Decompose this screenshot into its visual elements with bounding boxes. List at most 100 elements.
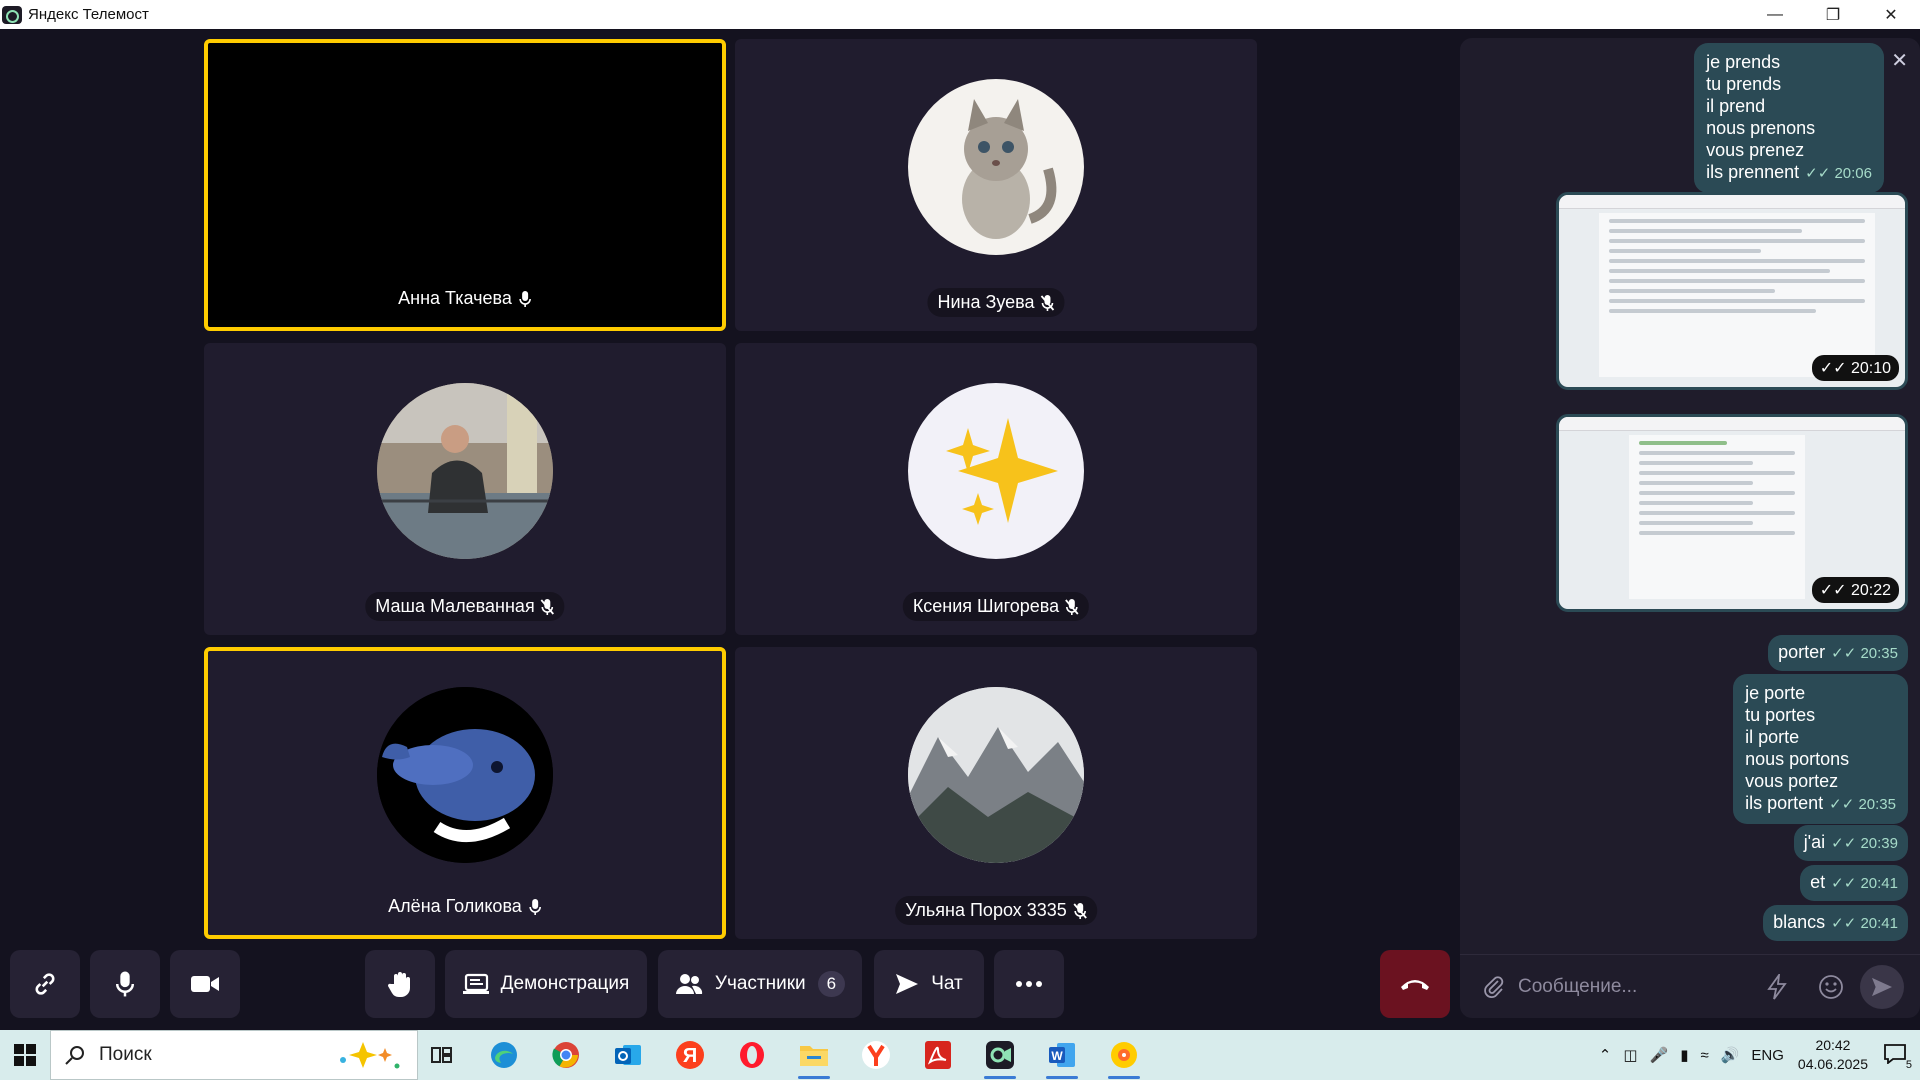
taskbar-app-telemost[interactable] [976,1030,1024,1080]
edge-icon [491,1042,517,1068]
taskbar-app-chrome[interactable] [542,1030,590,1080]
taskbar-app-yandex[interactable]: Я [666,1030,714,1080]
restore-button[interactable]: ❐ [1804,0,1862,29]
participant-tile[interactable]: Алёна Голикова [204,647,726,939]
microphone-muted-icon [1040,294,1055,311]
start-button[interactable] [0,1030,50,1080]
screenshot-content [1599,213,1875,377]
participant-tile[interactable]: Маша Малеванная [204,343,726,635]
minimize-button[interactable]: — [1746,0,1804,29]
taskbar-app-yandex-music[interactable] [1100,1030,1148,1080]
chat-label: Чат [931,973,963,994]
avatar [377,687,553,863]
message-line: il prend [1706,96,1766,116]
screen-share-icon [462,973,489,994]
chat-message: j'ai ✓✓ 20:39 [1793,825,1908,861]
copy-link-button[interactable] [10,950,80,1018]
task-view-button[interactable] [418,1030,466,1080]
acrobat-icon [925,1041,951,1069]
chat-panel: ✕ je prends tu prends il prend nous pren… [1460,38,1920,1018]
message-time: ✓✓ 20:10 [1811,355,1899,381]
screen-share-button[interactable]: Демонстрация [445,950,647,1018]
screenshot-toolbar [1559,195,1905,209]
participants-button[interactable]: Участники 6 [658,950,862,1018]
message-input[interactable] [1518,975,1748,998]
telemost-app-icon [2,5,22,24]
lightning-icon[interactable] [1766,973,1788,1000]
clock-time: 20:42 [1815,1037,1851,1053]
opera-icon [740,1042,764,1068]
screenshot-content [1629,435,1805,599]
participants-label: Участники [714,973,806,994]
hangup-button[interactable] [1380,950,1450,1018]
message-line: et [1810,872,1826,892]
participant-name-pill: Анна Ткачева [388,284,542,313]
notification-count: 5 [1905,1058,1912,1071]
window-title: Яндекс Телемост [28,6,149,23]
message-line: porter [1778,642,1826,662]
notifications-button[interactable]: 5 [1884,1043,1912,1071]
battery-icon[interactable]: ▮ [1680,1046,1688,1064]
raise-hand-icon [387,972,410,998]
raise-hand-button[interactable] [365,950,435,1018]
participant-name: Нина Зуева [937,292,1035,312]
microphone-tray-icon[interactable]: 🎤 [1650,1046,1669,1064]
close-icon[interactable]: ✕ [1891,48,1908,73]
taskbar-app-edge[interactable] [480,1030,528,1080]
close-window-button[interactable]: ✕ [1862,0,1920,29]
message-time: ✓✓ 20:35 [1831,645,1898,662]
message-line: il porte [1745,727,1800,747]
clock[interactable]: 20:42 04.06.2025 [1798,1036,1868,1074]
participant-name: Ксения Шигорева [912,596,1060,616]
camera-button[interactable] [170,950,240,1018]
word-icon: W [1049,1043,1075,1067]
send-button[interactable] [1860,964,1904,1009]
emoji-icon[interactable] [1818,974,1844,1000]
taskbar-app-explorer[interactable] [790,1030,838,1080]
microphone-muted-icon [1065,598,1079,615]
chat-button[interactable]: Чат [874,950,984,1018]
message-line: nous prenons [1706,118,1816,138]
message-line: blancs [1773,912,1826,932]
image-message[interactable]: ✓✓ 20:10 [1556,192,1908,390]
microphone-muted-icon [1073,902,1087,919]
windows-logo-icon [14,1044,36,1066]
language-indicator[interactable]: ENG [1751,1047,1784,1064]
message-line: tu portes [1745,705,1816,725]
taskbar-app-outlook[interactable] [604,1030,652,1080]
message-time: ✓✓ 20:06 [1805,165,1872,182]
file-explorer-icon [800,1046,828,1066]
message-time: ✓✓ 20:22 [1811,577,1899,603]
taskbar-app-opera[interactable] [728,1030,776,1080]
camera-icon [191,976,219,992]
link-icon [35,973,55,995]
participant-tile[interactable]: Ульяна Порох 3335 [735,647,1257,939]
taskbar-app-acrobat[interactable] [914,1030,962,1080]
microphone-button[interactable] [90,950,160,1018]
device-icon[interactable]: ◫ [1623,1046,1637,1064]
participant-tile[interactable]: Анна Ткачева [204,39,726,331]
wifi-icon[interactable]: ≈ [1700,1047,1708,1064]
message-line: vous prenez [1706,140,1805,160]
message-time: ✓✓ 20:35 [1829,796,1896,813]
participant-tile[interactable]: Ксения Шигорева [735,343,1257,635]
paperclip-icon[interactable] [1482,975,1506,999]
volume-icon[interactable]: 🔊 [1721,1046,1740,1064]
microphone-icon [115,971,135,997]
more-button[interactable] [994,950,1064,1018]
image-message[interactable]: ✓✓ 20:22 [1556,414,1908,612]
participant-tile[interactable]: Нина Зуева [735,39,1257,331]
chevron-up-icon[interactable]: ⌃ [1599,1046,1612,1064]
search-highlight-icon [340,1042,400,1069]
taskbar-app-yandex-browser[interactable] [852,1030,900,1080]
participants-count-badge: 6 [817,971,846,997]
outlook-icon [615,1045,641,1065]
message-line: tu prends [1706,74,1782,94]
taskbar-app-word[interactable]: W [1038,1030,1086,1080]
send-arrow-icon [896,974,919,994]
avatar [908,79,1084,255]
taskbar-search[interactable]: Поиск [50,1030,418,1080]
avatar [908,383,1084,559]
message-time: ✓✓ 20:41 [1831,875,1898,892]
chat-message: je prends tu prends il prend nous prenon… [1694,43,1884,193]
